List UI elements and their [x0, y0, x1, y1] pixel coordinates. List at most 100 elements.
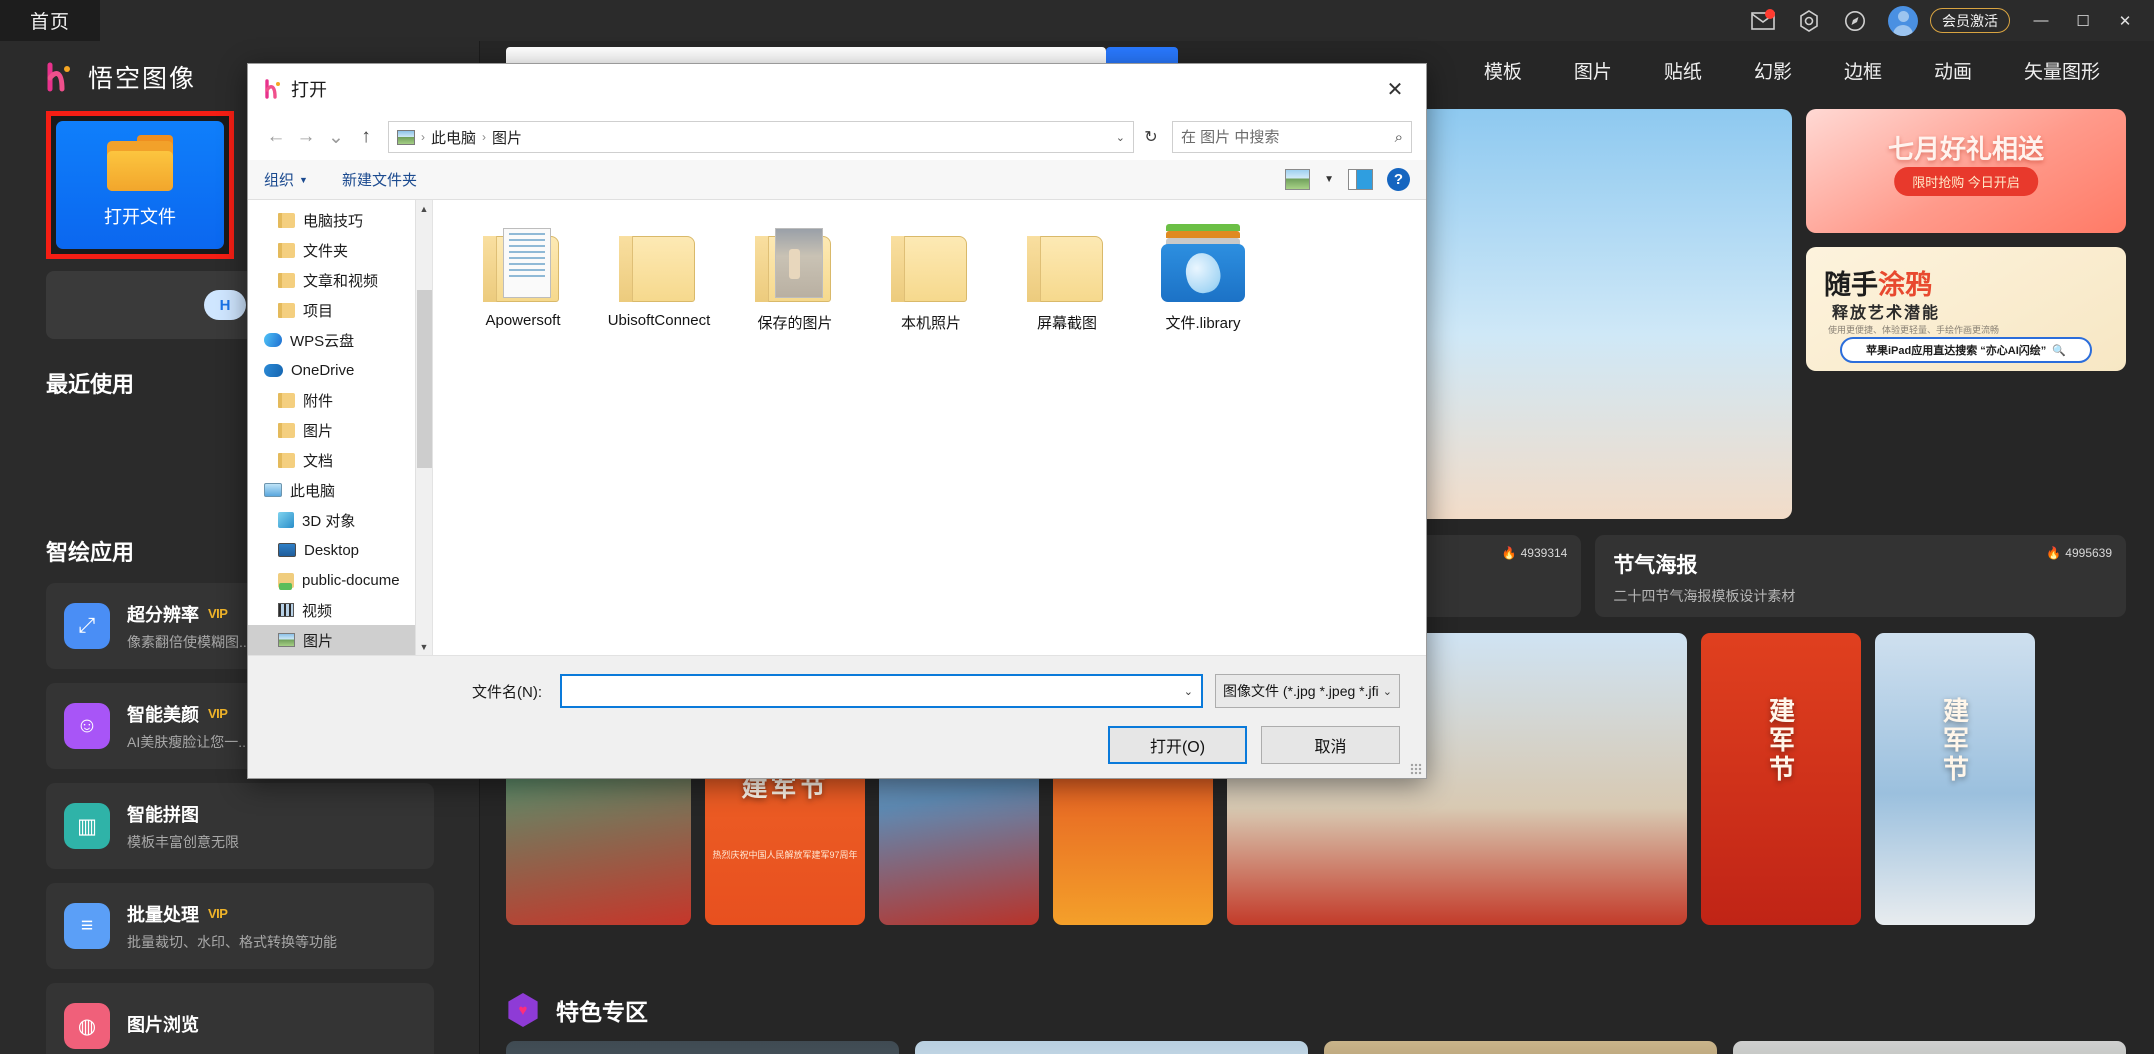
file-grid: Apowersoft UbisoftConnect 保存的图片 本机照片 屏幕截图 文件.… [455, 224, 1426, 333]
app-text: 超分辨率 VIP 像素翻倍使模糊图... [127, 601, 251, 652]
file-name: 文件.library [1165, 315, 1241, 332]
file-list-pane[interactable]: Apowersoft UbisoftConnect 保存的图片 本机照片 屏幕截图 文件.… [433, 200, 1426, 655]
help-icon[interactable]: ? [1387, 168, 1410, 191]
dialog-search-input[interactable] [1181, 128, 1395, 146]
file-item[interactable]: 屏幕截图 [999, 224, 1135, 333]
chevron-down-icon[interactable]: ▼ [1324, 174, 1334, 185]
tree-item[interactable]: OneDrive [248, 355, 432, 385]
tree-item[interactable]: 文档 [248, 445, 432, 475]
forward-icon: → [296, 126, 316, 147]
feature-card[interactable] [1324, 1041, 1717, 1054]
up-button[interactable]: ↑ [352, 122, 380, 152]
open-button[interactable]: 打开(O) [1108, 726, 1247, 764]
vip-badge: VIP [208, 606, 228, 621]
file-item[interactable]: UbisoftConnect [591, 224, 727, 333]
feature-section-header: ♥ 特色专区 [506, 993, 648, 1027]
app-desc: 批量裁切、水印、格式转换等功能 [127, 933, 337, 950]
breadcrumb-item-0[interactable]: 此电脑 [431, 127, 476, 148]
promo-banner-1[interactable]: 七月好礼相送 限时抢购 今日开启 [1806, 109, 2126, 233]
folder-icon [749, 224, 841, 302]
preview-pane-icon[interactable] [1348, 169, 1373, 190]
tree-item[interactable]: 电脑技巧 [248, 205, 432, 235]
tree-item[interactable]: WPS云盘 [248, 325, 432, 355]
file-item[interactable]: 文件.library [1135, 224, 1271, 333]
nav-item[interactable]: 边框 [1844, 57, 1882, 84]
file-item[interactable]: 保存的图片 [727, 224, 863, 333]
app-name-row: 智能拼图 [127, 801, 239, 827]
feature-card[interactable] [1733, 1041, 2126, 1054]
maximize-button[interactable]: ☐ [2062, 0, 2104, 41]
minimize-button[interactable]: — [2020, 0, 2062, 41]
chevron-down-icon[interactable]: ⌄ [1184, 685, 1193, 698]
tree-item[interactable]: 附件 [248, 385, 432, 415]
breadcrumb-chevron-down-icon[interactable]: ⌄ [1116, 131, 1125, 144]
back-button[interactable]: ← [262, 122, 290, 152]
view-mode-icon[interactable] [1285, 169, 1311, 190]
gear-icon[interactable] [1786, 0, 1832, 41]
close-button[interactable]: ✕ [2104, 0, 2146, 41]
app-card[interactable]: ▥ 智能拼图 模板丰富创意无限 [46, 783, 434, 869]
tree-scrollbar[interactable]: ▲ ▼ [415, 200, 432, 655]
tree-item-label: 文章和视频 [303, 272, 379, 290]
tree-item[interactable]: public-docume [248, 565, 432, 595]
history-dropdown-button[interactable]: ⌄ [322, 122, 350, 152]
promo-banners: 七月好礼相送 限时抢购 今日开启 随手涂鸦 释放艺术潜能 使用更便捷、体验更轻量… [1806, 109, 2126, 519]
tree-item[interactable]: 项目 [248, 295, 432, 325]
app-card[interactable]: ◍ 图片浏览 [46, 983, 434, 1054]
template-card[interactable]: 建军节 [1701, 633, 1861, 925]
template-card[interactable]: 建军节 [1875, 633, 2035, 925]
open-file-button[interactable]: 打开文件 [56, 121, 224, 249]
feature-card[interactable] [915, 1041, 1308, 1054]
app-name: 智能美颜 [127, 704, 199, 725]
scroll-up-icon[interactable]: ▲ [416, 200, 432, 217]
filename-field[interactable]: ⌄ [560, 674, 1203, 708]
tree-item[interactable]: Desktop [248, 535, 432, 565]
nav-item[interactable]: 贴纸 [1664, 57, 1702, 84]
tree-item[interactable]: 文件夹 [248, 235, 432, 265]
breadcrumb[interactable]: › 此电脑 › 图片 ⌄ [388, 121, 1134, 153]
scroll-down-icon[interactable]: ▼ [416, 638, 432, 655]
titlebar-spacer [100, 0, 1740, 41]
filename-input[interactable] [570, 682, 1184, 700]
category-card[interactable]: 节气海报 二十四节气海报模板设计素材 🔥 4995639 [1595, 535, 2127, 617]
nav-item[interactable]: 模板 [1484, 57, 1522, 84]
tab-home[interactable]: 首页 [0, 0, 100, 41]
filetype-select[interactable]: 图像文件 (*.jpg *.jpeg *.jfif *.b ⌄ [1215, 674, 1400, 708]
forward-button[interactable]: → [292, 122, 320, 152]
avatar[interactable] [1888, 5, 1918, 36]
folder-icon [885, 224, 977, 302]
breadcrumb-item-1[interactable]: 图片 [492, 127, 522, 148]
compass-icon[interactable] [1832, 0, 1878, 41]
feature-cards [506, 1041, 2126, 1054]
tree-item[interactable]: 图片 [248, 415, 432, 445]
promo-banner-2[interactable]: 随手涂鸦 释放艺术潜能 使用更便捷、体验更轻量、手绘作画更流畅 苹果iPad应用… [1806, 247, 2126, 371]
scrollbar-thumb[interactable] [417, 290, 432, 468]
nav-item[interactable]: 图片 [1574, 57, 1612, 84]
tree-item[interactable]: 此电脑 [248, 475, 432, 505]
app-card[interactable]: ≡ 批量处理 VIP 批量裁切、水印、格式转换等功能 [46, 883, 434, 969]
cancel-button[interactable]: 取消 [1261, 726, 1400, 764]
file-item[interactable]: 本机照片 [863, 224, 999, 333]
nav-item[interactable]: 矢量图形 [2024, 57, 2100, 84]
nav-item[interactable]: 幻影 [1754, 57, 1792, 84]
dialog-search-box[interactable]: ⌕ [1172, 121, 1412, 153]
tree-item[interactable]: 文章和视频 [248, 265, 432, 295]
refresh-button[interactable]: ↻ [1136, 121, 1166, 153]
resize-grip[interactable] [1410, 763, 1422, 775]
organize-button[interactable]: 组织 ▼ [264, 169, 308, 190]
tree-item[interactable]: 视频 [248, 595, 432, 625]
heart-icon: ♥ [518, 1001, 528, 1019]
tree-item[interactable]: 3D 对象 [248, 505, 432, 535]
dialog-close-button[interactable]: ✕ [1372, 69, 1418, 109]
tree-item[interactable]: 图片 [248, 625, 432, 655]
nav-item[interactable]: 动画 [1934, 57, 1972, 84]
new-folder-button[interactable]: 新建文件夹 [342, 169, 417, 190]
mail-icon[interactable] [1740, 0, 1786, 41]
file-item[interactable]: Apowersoft [455, 224, 591, 333]
vip-activate-button[interactable]: 会员激活 [1930, 8, 2010, 33]
promo-banner-2-cta[interactable]: 苹果iPad应用直达搜索 “亦心AI闪绘” 🔍 [1840, 337, 2092, 363]
organize-label: 组织 [264, 172, 295, 189]
navigation-tree-list: 电脑技巧 文件夹 文章和视频 项目 WPS云盘 OneDrive 附件 图片 文档 此电脑 3D 对… [248, 205, 432, 655]
hot-count: 🔥 4995639 [2046, 546, 2112, 560]
feature-card[interactable] [506, 1041, 899, 1054]
